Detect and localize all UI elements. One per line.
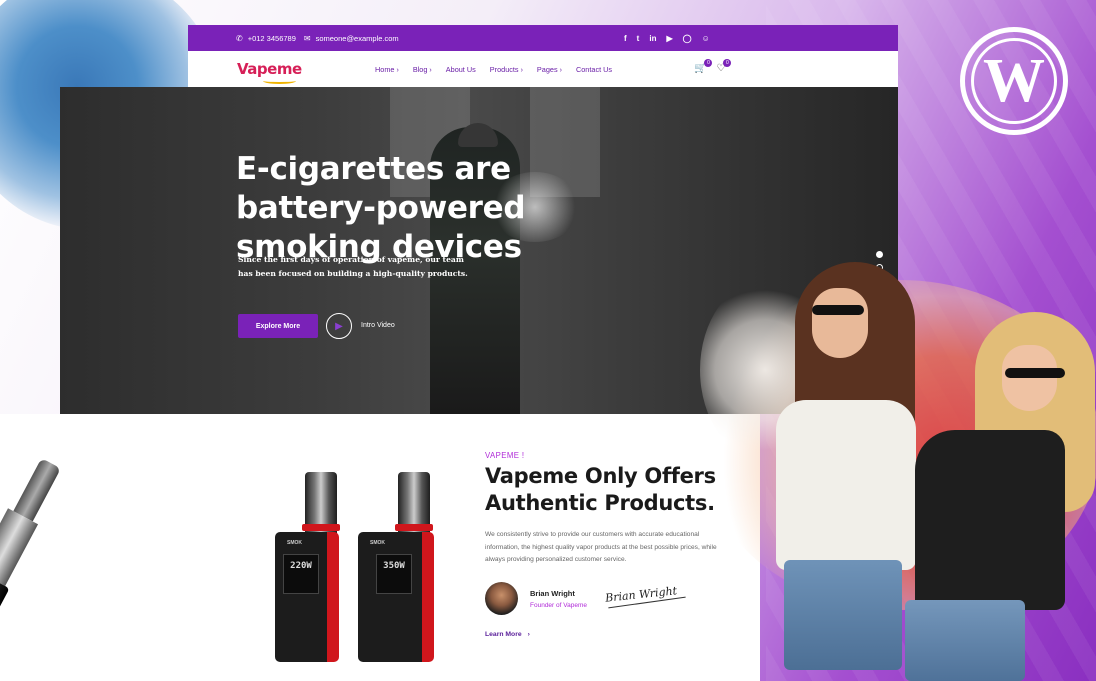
main-navbar: Vapeme Home › Blog › About Us Products › Pa… xyxy=(188,51,898,87)
mod-brand-label: SMOK xyxy=(370,540,385,546)
hero-title: E-cigarettes are battery-powered smoking… xyxy=(236,151,526,265)
tank-ring xyxy=(395,524,433,531)
twitter-icon[interactable]: t xyxy=(637,34,640,43)
mail-icon: ✉ xyxy=(303,33,311,43)
wishlist-count-badge: 0 xyxy=(723,59,732,67)
phone-icon: ✆ xyxy=(236,33,243,43)
model-2-face xyxy=(1002,345,1057,411)
nav-icons: 🛒 0 ♡ 0 xyxy=(694,59,732,74)
user-icon[interactable]: ☺ xyxy=(702,34,710,43)
site-logo[interactable]: Vapeme xyxy=(237,60,302,78)
model-2-shorts xyxy=(905,600,1025,681)
model-1-top xyxy=(776,400,916,570)
instagram-icon[interactable]: ◯ xyxy=(683,34,692,43)
main-menu: Home › Blog › About Us Products › Pages › Co… xyxy=(375,51,612,87)
chevron-right-icon: › xyxy=(559,66,562,74)
vape-mod-2: SMOK 350W xyxy=(358,532,434,662)
chevron-right-icon: › xyxy=(527,631,530,638)
nav-item-pages[interactable]: Pages › xyxy=(537,65,562,74)
mod-tank-2 xyxy=(395,472,433,540)
nav-item-contact-us[interactable]: Contact Us xyxy=(576,65,612,74)
mod-tank-1 xyxy=(302,472,340,540)
email-contact[interactable]: ✉ someone@example.com xyxy=(304,34,399,43)
chevron-right-icon: › xyxy=(520,66,523,74)
nav-item-about-us[interactable]: About Us xyxy=(446,65,476,74)
intro-video-label[interactable]: Intro Video xyxy=(361,322,395,329)
youtube-icon[interactable]: ▶ xyxy=(666,34,672,43)
section-kicker: VAPEME ! xyxy=(485,451,525,460)
nav-item-home[interactable]: Home › xyxy=(375,65,399,74)
author-block: Brian Wright Founder of Vapeme xyxy=(485,582,587,615)
facebook-icon[interactable]: f xyxy=(624,34,627,43)
wordpress-logo: W xyxy=(960,27,1068,135)
sunglasses-icon xyxy=(812,305,864,315)
hero-subtitle: Since the first days of operation of vap… xyxy=(238,255,468,278)
tank-ring xyxy=(302,524,340,531)
nav-item-blog[interactable]: Blog › xyxy=(413,65,432,74)
learn-more-link[interactable]: Learn More › xyxy=(485,631,530,638)
author-avatar xyxy=(485,582,518,615)
sunglasses-icon xyxy=(1005,368,1065,378)
play-video-button[interactable]: ▶ xyxy=(326,313,352,339)
model-1-shorts xyxy=(784,560,902,670)
section-body: We consistently strive to provide our cu… xyxy=(485,531,717,563)
author-name: Brian Wright xyxy=(530,588,575,598)
chevron-right-icon: › xyxy=(429,66,432,74)
slider-dot-1[interactable] xyxy=(876,251,883,258)
phone-number: +012 3456789 xyxy=(247,33,296,43)
linkedin-icon[interactable]: in xyxy=(649,34,656,43)
chevron-right-icon: › xyxy=(396,66,399,74)
model-2-top xyxy=(915,430,1065,610)
email-address: someone@example.com xyxy=(315,33,399,43)
top-bar: ✆ +012 3456789 ✉ someone@example.com f t… xyxy=(188,25,898,51)
mod-brand-label: SMOK xyxy=(287,540,302,546)
mod-screen: 220W xyxy=(283,554,319,594)
logo-swoosh xyxy=(263,78,296,84)
cart-count-badge: 0 xyxy=(704,59,713,67)
heart-icon[interactable]: ♡ 0 xyxy=(716,59,732,74)
explore-more-button[interactable]: Explore More xyxy=(238,314,318,338)
social-links: f t in ▶ ◯ ☺ xyxy=(624,25,710,51)
vape-mod-1: SMOK 220W xyxy=(275,532,339,662)
play-icon: ▶ xyxy=(335,320,343,332)
mod-screen: 350W xyxy=(376,554,412,594)
author-role: Founder of Vapeme xyxy=(530,601,587,609)
wordpress-w-icon: W xyxy=(971,38,1057,124)
phone-contact[interactable]: ✆ +012 3456789 xyxy=(236,34,296,43)
cart-icon[interactable]: 🛒 0 xyxy=(694,59,713,74)
model-1-face xyxy=(812,288,868,358)
nav-item-products[interactable]: Products › xyxy=(490,65,523,74)
